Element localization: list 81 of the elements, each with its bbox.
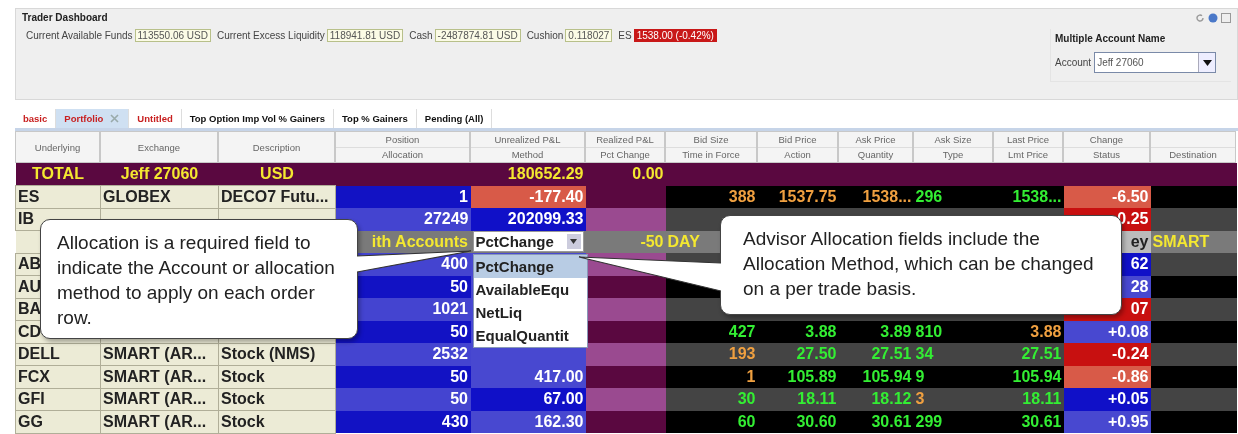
panel-heading: Multiple Account Name bbox=[1055, 33, 1167, 44]
table-cell: 50 bbox=[335, 365, 471, 388]
table-cell: FCX bbox=[15, 365, 101, 388]
table-cell: 30 bbox=[665, 388, 758, 411]
column-header[interactable]: Time in Force bbox=[666, 147, 756, 162]
table-cell: SMART (AR... bbox=[100, 388, 219, 411]
account-label: Account bbox=[1055, 57, 1092, 68]
table-cell: 2532 bbox=[335, 343, 471, 366]
table-cell: GLOBEX bbox=[100, 185, 219, 208]
table-cell: -0.24 bbox=[1063, 343, 1151, 366]
table-cell: 193 bbox=[665, 343, 758, 366]
column-header[interactable]: Ask Price bbox=[839, 132, 912, 148]
table-cell: 202099.33 bbox=[470, 208, 586, 231]
column-header[interactable]: Last Price bbox=[994, 132, 1062, 148]
menu-item[interactable]: AvailableEqu bbox=[473, 278, 587, 302]
metric-value: 0.118027 bbox=[565, 29, 613, 42]
table-cell: 34 bbox=[913, 343, 994, 366]
table-cell: 27.51 bbox=[838, 343, 914, 366]
column-header[interactable]: Unrealized P&L bbox=[471, 132, 584, 148]
column-header[interactable]: Status bbox=[1064, 147, 1149, 162]
table-cell: 180652.29 bbox=[470, 163, 586, 186]
detach-icon[interactable] bbox=[1221, 12, 1231, 23]
table-cell: 18.11 bbox=[993, 388, 1064, 411]
caret-icon[interactable] bbox=[570, 239, 577, 245]
metric-value: -2487874.81 USD bbox=[434, 29, 521, 42]
method-dropdown[interactable]: PctChange bbox=[472, 231, 584, 253]
table-cell: Stock (NMS) bbox=[218, 343, 336, 366]
metric-value: 113550.06 USD bbox=[134, 29, 211, 42]
table-cell: USD bbox=[218, 163, 336, 186]
table-cell: 430 bbox=[335, 410, 471, 433]
table-cell: DELL bbox=[15, 343, 101, 366]
column-header[interactable]: Bid Size bbox=[666, 132, 756, 148]
column-header[interactable]: Lmt Price bbox=[994, 147, 1062, 162]
table-cell: 0.00 bbox=[585, 163, 666, 186]
table-cell: SMART (AR... bbox=[100, 343, 219, 366]
metric-label: Cash bbox=[409, 30, 433, 41]
column-header[interactable]: Allocation bbox=[336, 147, 469, 162]
help-icon[interactable] bbox=[1208, 12, 1218, 23]
table-cell: 18.11 bbox=[757, 388, 839, 411]
callout: Allocation is a required field to indicate the Account or allocation method to apply on each order row. bbox=[40, 219, 358, 339]
metric-label: Cushion bbox=[526, 30, 564, 41]
table-cell: TOTAL bbox=[15, 163, 101, 186]
table-cell: 50 bbox=[335, 388, 471, 411]
tab[interactable]: Portfolio bbox=[56, 109, 130, 128]
table-cell: 27.51 bbox=[993, 343, 1064, 366]
table-cell: 1 bbox=[335, 185, 471, 208]
metric-label: ES bbox=[618, 30, 632, 41]
metric-label: Current Excess Liquidity bbox=[216, 30, 325, 41]
table-cell: GFI bbox=[15, 388, 101, 411]
table-cell: DECO7 Futu... bbox=[218, 185, 336, 208]
menu-item[interactable]: NetLiq bbox=[473, 301, 587, 325]
column-header[interactable]: Method bbox=[471, 147, 584, 162]
column-header[interactable]: Description bbox=[252, 141, 301, 153]
column-header[interactable]: Ask Size bbox=[914, 132, 992, 148]
table-cell: Stock bbox=[218, 388, 336, 411]
column-header[interactable]: Realized P&L bbox=[586, 132, 664, 148]
table-cell: 3 bbox=[913, 388, 994, 411]
metric-label: Current Available Funds bbox=[26, 30, 133, 41]
metric-value: 1538.00 (-0.42%) bbox=[633, 29, 717, 42]
window-title: Trader Dashboard bbox=[22, 12, 108, 23]
column-header[interactable]: Exchange bbox=[137, 141, 181, 153]
column-header[interactable]: Change bbox=[1064, 132, 1149, 148]
column-header[interactable]: Quantity bbox=[839, 147, 912, 162]
column-header[interactable]: Pct Change bbox=[586, 147, 664, 162]
table-cell: 27249 bbox=[335, 208, 471, 231]
refresh-icon[interactable] bbox=[1195, 12, 1205, 23]
caret-icon[interactable] bbox=[1202, 59, 1212, 66]
column-header[interactable]: Bid Price bbox=[758, 132, 837, 148]
column-header[interactable]: Action bbox=[758, 147, 837, 162]
menu-item[interactable]: EqualQuantit bbox=[473, 324, 587, 348]
table-cell: 27.50 bbox=[757, 343, 839, 366]
table-cell: Jeff 27060 bbox=[100, 163, 219, 186]
metric-value: 118941.81 USD bbox=[326, 29, 404, 42]
column-header[interactable]: Type bbox=[914, 147, 992, 162]
table-cell: 67.00 bbox=[470, 388, 586, 411]
column-header[interactable]: Position bbox=[336, 132, 469, 148]
table-cell: +0.05 bbox=[1063, 388, 1151, 411]
table-cell: ES bbox=[15, 185, 101, 208]
table-cell: GG bbox=[15, 410, 101, 433]
account-dropdown[interactable]: Jeff 27060 bbox=[1094, 52, 1217, 73]
table-cell: 18.12 bbox=[838, 388, 914, 411]
